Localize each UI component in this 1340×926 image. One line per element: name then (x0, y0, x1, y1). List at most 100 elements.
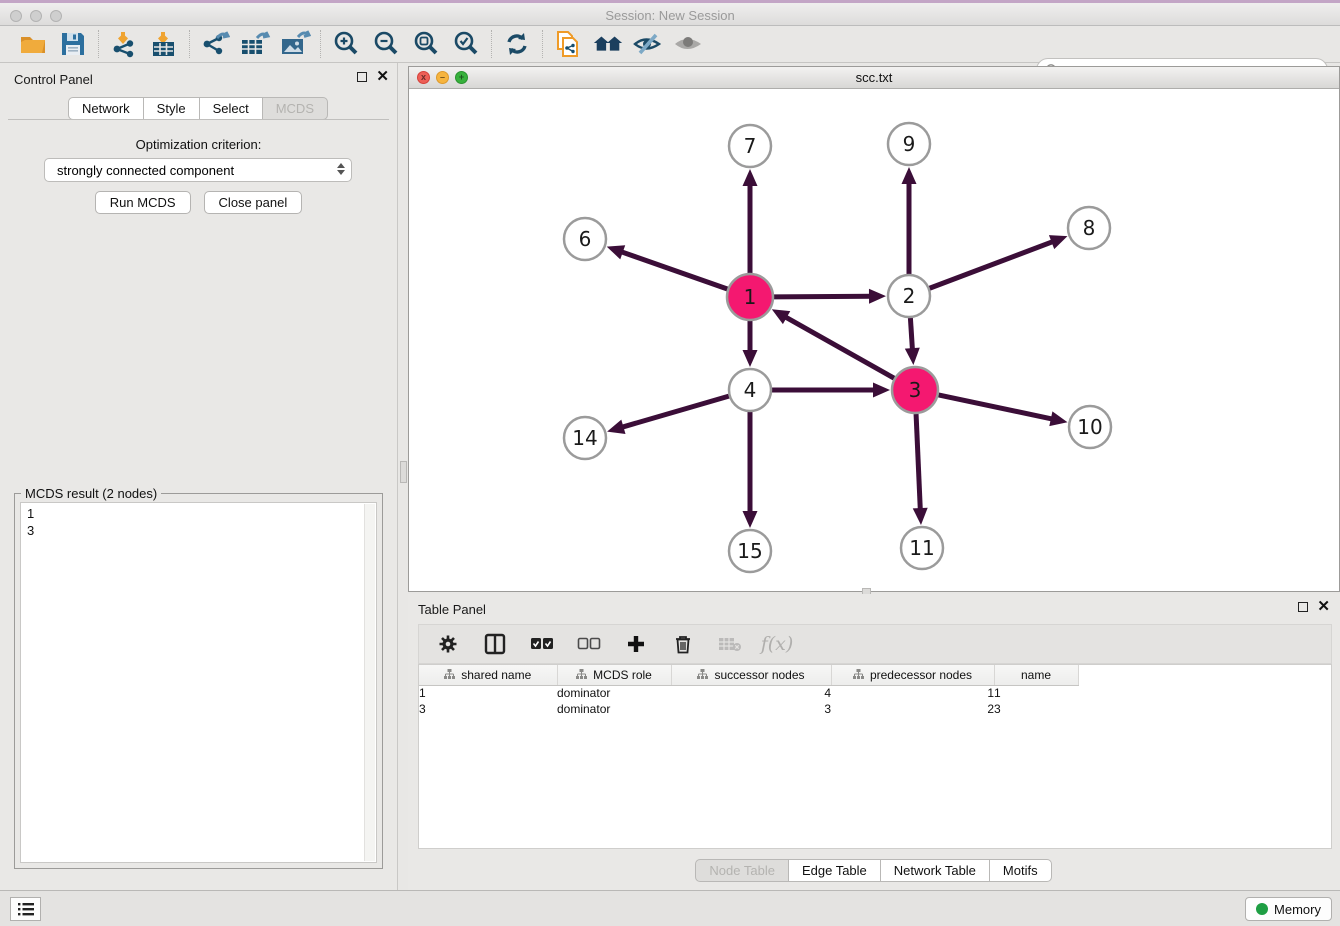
graph-node[interactable]: 1 (727, 274, 773, 320)
save-icon[interactable] (57, 29, 89, 59)
memory-button[interactable]: Memory (1245, 897, 1332, 921)
clone-network-icon[interactable] (552, 29, 584, 59)
gear-icon[interactable] (435, 631, 461, 657)
network-view-window: x – + scc.txt 7 9 6 8 1 2 4 3 14 10 15 11 (408, 66, 1340, 592)
tab-network-table[interactable]: Network Table (880, 859, 990, 882)
zoom-selected-icon[interactable] (450, 29, 482, 59)
column-header-predecessor-nodes[interactable]: predecessor nodes (831, 665, 994, 685)
column-header-shared-name[interactable]: shared name (419, 665, 557, 685)
graph-node[interactable]: 6 (564, 218, 606, 260)
graph-node[interactable]: 8 (1068, 207, 1110, 249)
splitter-grip[interactable] (400, 461, 407, 483)
table-row[interactable]: 1 dominator 4 1 1 (419, 685, 1078, 701)
home-overview-icon[interactable] (592, 29, 624, 59)
export-table-icon[interactable] (239, 29, 271, 59)
import-network-icon[interactable] (108, 29, 140, 59)
columns-icon[interactable] (482, 631, 508, 657)
tab-style[interactable]: Style (143, 97, 200, 120)
trash-icon[interactable] (670, 631, 696, 657)
cell-shared-name[interactable]: 1 (419, 685, 557, 701)
main-toolbar (0, 26, 1340, 63)
run-mcds-button[interactable]: Run MCDS (95, 191, 191, 214)
optimization-criterion-label: Optimization criterion: (0, 137, 397, 152)
tab-mcds[interactable]: MCDS (262, 97, 328, 120)
import-table-icon[interactable] (148, 29, 180, 59)
vertical-splitter[interactable] (397, 63, 408, 890)
graph-node[interactable]: 2 (888, 275, 930, 317)
mcds-result-group: MCDS result (2 nodes) 1 3 (14, 493, 383, 869)
zoom-in-icon[interactable] (330, 29, 362, 59)
close-panel-button[interactable]: Close panel (204, 191, 303, 214)
tab-select[interactable]: Select (199, 97, 263, 120)
control-panel: Control Panel ✕ Network Style Select MCD… (0, 63, 397, 890)
refresh-icon[interactable] (501, 29, 533, 59)
svg-text:15: 15 (737, 539, 762, 563)
hide-details-icon[interactable] (632, 29, 664, 59)
zoom-fit-icon[interactable] (410, 29, 442, 59)
float-panel-icon[interactable] (357, 72, 367, 82)
cell-name[interactable]: 3 (994, 701, 1078, 717)
tab-network[interactable]: Network (68, 97, 144, 120)
show-details-icon[interactable] (672, 29, 704, 59)
cell-predecessor-nodes[interactable]: 2 (831, 701, 994, 717)
svg-text:7: 7 (744, 134, 757, 158)
svg-text:8: 8 (1083, 216, 1096, 240)
deselect-all-icon[interactable] (576, 631, 602, 657)
memory-status-icon (1256, 903, 1268, 915)
column-header-name[interactable]: name (994, 665, 1078, 685)
graph-node[interactable]: 9 (888, 123, 930, 165)
cell-successor-nodes[interactable]: 3 (671, 701, 831, 717)
svg-text:3: 3 (909, 378, 922, 402)
close-panel-icon[interactable]: ✕ (376, 72, 389, 82)
network-window-title: scc.txt (409, 70, 1339, 85)
table-toolbar: f(x) (418, 624, 1332, 664)
tab-motifs[interactable]: Motifs (989, 859, 1052, 882)
table-panel-title: Table Panel (418, 602, 486, 617)
task-history-button[interactable] (10, 897, 41, 921)
delete-table-icon[interactable] (717, 631, 743, 657)
table-row[interactable]: 3 dominator 3 2 3 (419, 701, 1078, 717)
column-header-successor-nodes[interactable]: successor nodes (671, 665, 831, 685)
application-window: Session: New Session (0, 0, 1340, 926)
control-panel-title: Control Panel (14, 72, 93, 87)
graph-node[interactable]: 7 (729, 125, 771, 167)
cell-mcds-role[interactable]: dominator (557, 685, 671, 701)
graph-node[interactable]: 4 (729, 369, 771, 411)
tab-edge-table[interactable]: Edge Table (788, 859, 881, 882)
cell-shared-name[interactable]: 3 (419, 701, 557, 717)
network-window-titlebar[interactable]: x – + scc.txt (409, 67, 1339, 89)
window-titlebar: Session: New Session (0, 0, 1340, 26)
result-scrollbar[interactable] (364, 504, 375, 861)
export-network-icon[interactable] (199, 29, 231, 59)
export-image-icon[interactable] (279, 29, 311, 59)
tab-node-table[interactable]: Node Table (695, 859, 789, 882)
cell-predecessor-nodes[interactable]: 1 (831, 685, 994, 701)
mcds-result-title: MCDS result (2 nodes) (21, 486, 161, 501)
criterion-value: strongly connected component (57, 163, 234, 178)
svg-text:6: 6 (579, 227, 592, 251)
graph-node[interactable]: 14 (564, 417, 606, 459)
select-all-icon[interactable] (529, 631, 555, 657)
criterion-select[interactable]: strongly connected component (44, 158, 352, 182)
graph-node[interactable]: 11 (901, 527, 943, 569)
cell-mcds-role[interactable]: dominator (557, 701, 671, 717)
graph-node[interactable]: 3 (892, 367, 938, 413)
close-table-panel-icon[interactable]: ✕ (1317, 602, 1330, 612)
svg-text:14: 14 (572, 426, 597, 450)
window-title: Session: New Session (0, 8, 1340, 23)
mcds-result-area[interactable]: 1 3 (20, 502, 377, 863)
cell-name[interactable]: 1 (994, 685, 1078, 701)
graph-node[interactable]: 10 (1069, 406, 1111, 448)
open-file-icon[interactable] (17, 29, 49, 59)
cell-successor-nodes[interactable]: 4 (671, 685, 831, 701)
network-canvas[interactable]: 7 9 6 8 1 2 4 3 14 10 15 11 (409, 89, 1339, 591)
add-icon[interactable] (623, 631, 649, 657)
column-header-mcds-role[interactable]: MCDS role (557, 665, 671, 685)
function-icon[interactable]: f(x) (764, 631, 790, 657)
svg-text:9: 9 (903, 132, 916, 156)
zoom-out-icon[interactable] (370, 29, 402, 59)
float-table-panel-icon[interactable] (1298, 602, 1308, 612)
svg-text:4: 4 (744, 378, 757, 402)
graph-node[interactable]: 15 (729, 530, 771, 572)
svg-text:10: 10 (1077, 415, 1102, 439)
